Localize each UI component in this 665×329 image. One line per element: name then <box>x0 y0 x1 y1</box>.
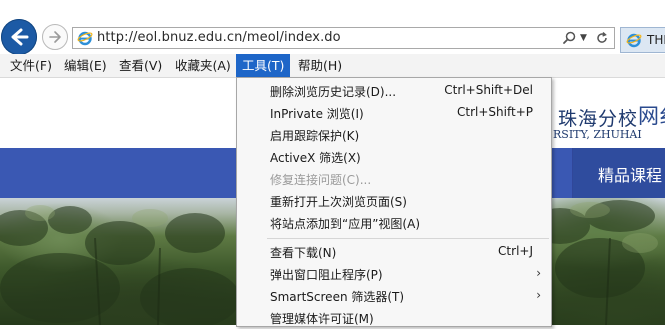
menu-item-reopen-session[interactable]: 重新打开上次浏览页面(S) <box>237 190 551 212</box>
forward-arrow-icon <box>49 31 61 43</box>
back-button[interactable] <box>1 19 37 55</box>
menu-item-label: SmartScreen 筛选器(T) <box>270 290 405 304</box>
menu-item-smartscreen[interactable]: SmartScreen 筛选器(T) › <box>237 285 551 307</box>
back-arrow-icon <box>11 28 29 46</box>
menu-separator <box>267 238 549 239</box>
submenu-arrow-icon: › <box>536 266 541 280</box>
menu-item-shortcut: Ctrl+Shift+Del <box>444 83 533 97</box>
menu-item-add-to-apps[interactable]: 将站点添加到“应用”视图(A) <box>237 212 551 234</box>
menu-item-label: 查看下载(N) <box>270 246 337 260</box>
menu-view[interactable]: 查看(V) <box>113 54 168 77</box>
menu-item-shortcut: Ctrl+J <box>498 244 533 258</box>
menu-item-activex-filter[interactable]: ActiveX 筛选(X) <box>237 146 551 168</box>
menu-help[interactable]: 帮助(H) <box>292 54 348 77</box>
refresh-icon[interactable] <box>594 30 610 46</box>
browser-chrome: http://eol.bnuz.edu.cn/meol/index.do ▼ T… <box>0 0 665 78</box>
menu-item-label: 将站点添加到“应用”视图(A) <box>270 217 421 231</box>
menu-item-label: InPrivate 浏览(I) <box>270 107 364 121</box>
menu-bar: 文件(F) 编辑(E) 查看(V) 收藏夹(A) 工具(T) 帮助(H) <box>0 54 665 78</box>
menu-item-label: 启用跟踪保护(K) <box>270 129 360 143</box>
school-name-english: RSITY, ZHUHAI <box>553 128 642 141</box>
site-name: 网纟 <box>638 104 665 128</box>
tab-title: THE <box>647 33 665 47</box>
menu-item-label: 修复连接问题(C)... <box>270 173 372 187</box>
menu-edit[interactable]: 编辑(E) <box>58 54 113 77</box>
address-url[interactable]: http://eol.bnuz.edu.cn/meol/index.do <box>97 30 341 45</box>
menu-item-shortcut: Ctrl+Shift+P <box>457 105 533 119</box>
nav-item-quality-courses[interactable]: 精品课程 <box>598 162 662 186</box>
forward-button[interactable] <box>42 24 68 50</box>
menu-item-label: ActiveX 筛选(X) <box>270 151 361 165</box>
menu-item-popup-blocker[interactable]: 弹出窗口阻止程序(P) › <box>237 263 551 285</box>
address-dropdown-icon[interactable]: ▼ <box>580 33 587 43</box>
tools-dropdown-menu: 删除浏览历史记录(D)... Ctrl+Shift+Del InPrivate … <box>236 77 552 327</box>
menu-item-label: 删除浏览历史记录(D)... <box>270 85 397 99</box>
menu-favorites[interactable]: 收藏夹(A) <box>169 54 237 77</box>
menu-file[interactable]: 文件(F) <box>4 54 58 77</box>
search-icon[interactable] <box>561 30 577 46</box>
nav-divider <box>572 148 573 198</box>
menu-item-media-licenses[interactable]: 管理媒体许可证(M) <box>237 307 551 329</box>
address-bar[interactable]: http://eol.bnuz.edu.cn/meol/index.do ▼ <box>72 27 615 49</box>
ie-logo-icon <box>77 31 93 46</box>
menu-item-label: 管理媒体许可证(M) <box>270 312 374 326</box>
menu-tools[interactable]: 工具(T) <box>236 54 291 77</box>
menu-item-fix-connection: 修复连接问题(C)... <box>237 168 551 190</box>
navigation-toolbar: http://eol.bnuz.edu.cn/meol/index.do ▼ T… <box>0 0 665 55</box>
menu-item-tracking-protection[interactable]: 启用跟踪保护(K) <box>237 124 551 146</box>
browser-tab[interactable]: THE <box>620 27 665 53</box>
ie-logo-icon <box>626 33 642 48</box>
school-name: 珠海分校 <box>558 108 639 130</box>
menu-item-view-downloads[interactable]: 查看下载(N) Ctrl+J <box>237 241 551 263</box>
menu-item-label: 弹出窗口阻止程序(P) <box>270 268 383 282</box>
submenu-arrow-icon: › <box>536 288 541 302</box>
menu-item-inprivate[interactable]: InPrivate 浏览(I) Ctrl+Shift+P <box>237 102 551 124</box>
menu-item-delete-history[interactable]: 删除浏览历史记录(D)... Ctrl+Shift+Del <box>237 80 551 102</box>
menu-item-label: 重新打开上次浏览页面(S) <box>270 195 407 209</box>
